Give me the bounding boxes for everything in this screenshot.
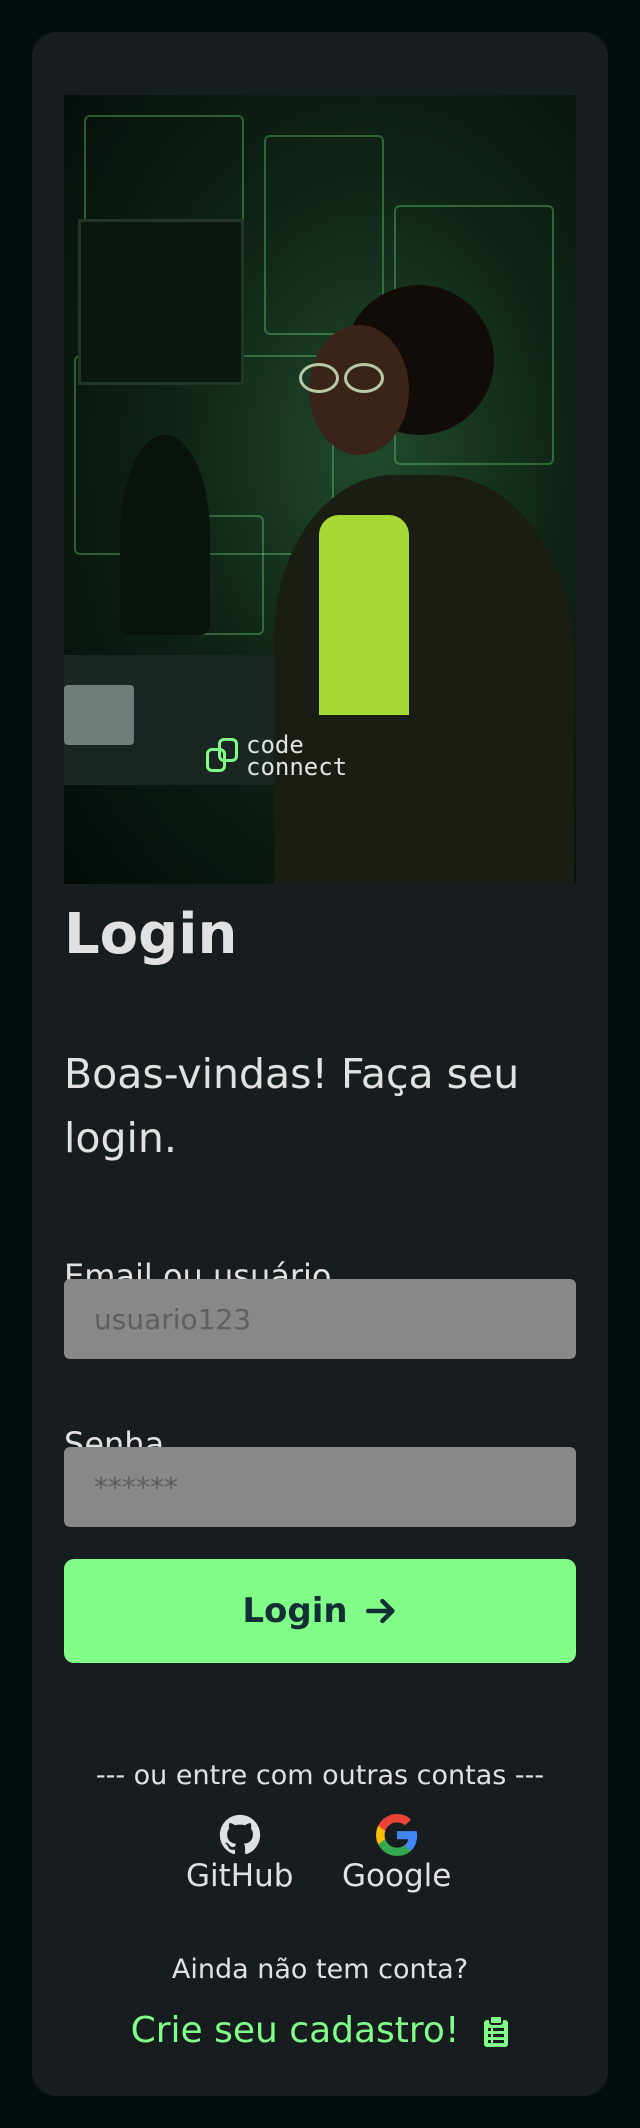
logo-text-connect: connect <box>246 753 348 781</box>
login-button-label: Login <box>242 1591 348 1631</box>
signup-link-label: Crie seu cadastro! <box>130 2010 460 2051</box>
clipboard-icon <box>484 2014 509 2047</box>
github-label: GitHub <box>186 1858 294 1894</box>
logo-mark-icon <box>206 738 240 774</box>
page-title: Login <box>64 902 238 967</box>
login-card: code connect Login Boas-vindas! Faça seu… <box>32 32 608 2096</box>
password-field[interactable] <box>64 1447 576 1527</box>
email-field[interactable] <box>64 1279 576 1359</box>
signup-link[interactable]: Crie seu cadastro! <box>32 2010 608 2051</box>
google-label: Google <box>342 1858 452 1894</box>
login-button[interactable]: Login <box>64 1559 576 1663</box>
google-login-button[interactable]: Google <box>342 1814 451 1894</box>
welcome-subtitle: Boas-vindas! Faça seu login. <box>64 1050 520 1162</box>
github-login-button[interactable]: GitHub <box>186 1814 293 1894</box>
google-icon <box>375 1814 417 1856</box>
github-icon <box>219 1814 260 1855</box>
no-account-prompt: Ainda não tem conta? <box>171 1954 469 1985</box>
code-connect-logo: code connect <box>206 733 348 781</box>
social-divider: --- ou entre com outras contas --- <box>95 1760 545 1791</box>
arrow-right-icon <box>365 1598 395 1624</box>
